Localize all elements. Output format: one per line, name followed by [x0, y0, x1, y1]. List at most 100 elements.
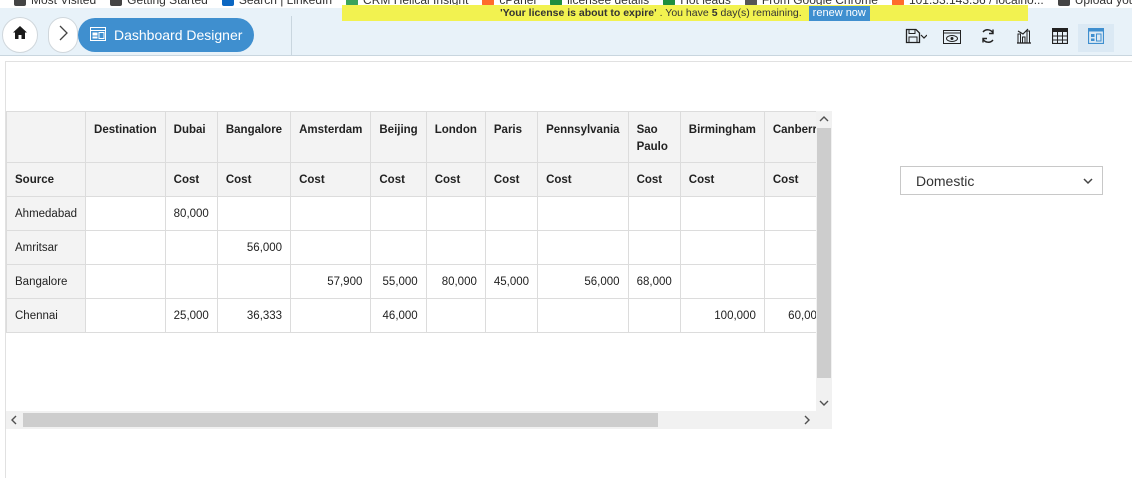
bookmark-item[interactable]: Search | LinkedIn: [221, 0, 332, 7]
table-cell: [425, 230, 486, 265]
table-cell: [370, 230, 427, 265]
row-header: Ahmedabad: [6, 196, 87, 231]
vertical-scroll-thumb[interactable]: [817, 128, 831, 378]
measure-header[interactable]: Cost: [370, 162, 427, 197]
table-cell: [290, 230, 372, 265]
license-days: 5: [711, 7, 718, 19]
save-button[interactable]: [898, 24, 934, 52]
table-row: Chennai 25,00036,333 46,000 100,00060,000: [6, 298, 816, 333]
table-row: Amritsar 56,000: [6, 230, 816, 265]
measure-header[interactable]: Cost: [290, 162, 372, 197]
preview-button[interactable]: [934, 24, 970, 52]
column-header[interactable]: London: [425, 111, 486, 163]
table-viewport: Destination Dubai Bangalore Amsterdam Beijin…: [6, 111, 816, 411]
table-cell: [679, 264, 765, 299]
table-cell: [216, 264, 292, 299]
linkedin-icon: [221, 0, 234, 6]
column-header[interactable]: Beijing: [370, 111, 427, 163]
row-header: Amritsar: [6, 230, 87, 265]
measure-header[interactable]: Cost: [164, 162, 218, 197]
measure-header[interactable]: Cost: [425, 162, 486, 197]
home-icon: [11, 24, 29, 46]
home-button[interactable]: [2, 17, 38, 53]
measure-header[interactable]: Cost: [537, 162, 629, 197]
measure-header[interactable]: Cost: [216, 162, 292, 197]
table-cell: [679, 230, 765, 265]
row-header: Bangalore: [6, 264, 87, 299]
save-icon: [905, 28, 928, 48]
license-message-mid: . You have: [659, 7, 709, 19]
table-button[interactable]: [1042, 24, 1078, 52]
bookmark-item[interactable]: Most Visited: [14, 0, 96, 7]
renew-now-button[interactable]: renew now: [808, 5, 870, 21]
header-row-measures: Source Cost Cost Cost Cost Cost Cost Cost Cost Co…: [6, 162, 816, 197]
horizontal-scrollbar[interactable]: [6, 411, 832, 429]
table-cell: [85, 298, 166, 333]
table-cell: [484, 196, 539, 231]
dashboard-icon: [1087, 27, 1105, 48]
table-cell: [627, 196, 681, 231]
column-header[interactable]: Sao Paulo: [627, 111, 681, 163]
table-cell: [85, 264, 166, 299]
table-cell: [216, 196, 292, 231]
table-cell: [484, 298, 539, 333]
bookmark-item[interactable]: Getting Started: [110, 0, 208, 7]
measure-header[interactable]: Cost: [627, 162, 681, 197]
filter-select[interactable]: Domestic: [900, 166, 1103, 195]
refresh-icon: [980, 28, 996, 48]
dashboard-button[interactable]: [1078, 24, 1114, 52]
vertical-scrollbar[interactable]: [816, 111, 832, 411]
measure-header[interactable]: Cost: [763, 162, 816, 197]
table-cell: [537, 196, 629, 231]
breadcrumb-back-button[interactable]: [48, 17, 78, 53]
designer-toolbar: [898, 24, 1114, 52]
measure-header[interactable]: Cost: [484, 162, 539, 197]
table-cell: [290, 196, 372, 231]
column-header[interactable]: Paris: [484, 111, 539, 163]
table-cell: [425, 196, 486, 231]
bookmark-label: Most Visited: [31, 0, 97, 7]
measure-header[interactable]: [85, 162, 166, 197]
scroll-up-arrow-icon[interactable]: [816, 111, 832, 127]
table-cell: [85, 196, 166, 231]
filter-selected-value: Domestic: [916, 172, 975, 189]
column-header[interactable]: [6, 111, 87, 163]
table-cell: 60,000: [763, 298, 816, 333]
table-cell: [164, 264, 218, 299]
chart-button[interactable]: [1006, 24, 1042, 52]
bookmark-label: Upload your: [1074, 0, 1132, 7]
scroll-right-arrow-icon[interactable]: [799, 412, 815, 428]
column-header[interactable]: Birmingham: [679, 111, 765, 163]
globe-icon: [110, 0, 123, 6]
column-header[interactable]: Canberra: [763, 111, 816, 163]
bookmark-item[interactable]: Upload your: [1057, 0, 1132, 7]
table-cell: 45,000: [484, 264, 539, 299]
crosstab-table: Destination Dubai Bangalore Amsterdam Beijin…: [6, 111, 816, 333]
column-header[interactable]: Pennsylvania: [537, 111, 629, 163]
measure-header[interactable]: Cost: [679, 162, 765, 197]
table-cell: [763, 196, 816, 231]
table-cell: [627, 230, 681, 265]
table-cell: [537, 230, 629, 265]
canvas-top-border: [5, 61, 1132, 62]
chart-icon: [1016, 28, 1032, 48]
table-cell: 36,333: [216, 298, 292, 333]
column-header[interactable]: Dubai: [164, 111, 218, 163]
measure-header[interactable]: Source: [6, 162, 87, 197]
table-row: Ahmedabad 80,000: [6, 196, 816, 231]
breadcrumb-current[interactable]: Dashboard Designer: [78, 18, 254, 52]
column-header[interactable]: Destination: [85, 111, 166, 163]
scroll-down-arrow-icon[interactable]: [816, 395, 832, 411]
table-cell: [627, 298, 681, 333]
table-cell: 25,000: [164, 298, 218, 333]
horizontal-scroll-thumb[interactable]: [23, 413, 658, 427]
table-cell: 80,000: [425, 264, 486, 299]
preview-icon: [943, 29, 961, 48]
table-cell: [537, 298, 629, 333]
row-header: Chennai: [6, 298, 87, 333]
table-cell: 55,000: [370, 264, 427, 299]
column-header[interactable]: Bangalore: [216, 111, 292, 163]
refresh-button[interactable]: [970, 24, 1006, 52]
column-header[interactable]: Amsterdam: [290, 111, 372, 163]
scroll-left-arrow-icon[interactable]: [6, 412, 22, 428]
